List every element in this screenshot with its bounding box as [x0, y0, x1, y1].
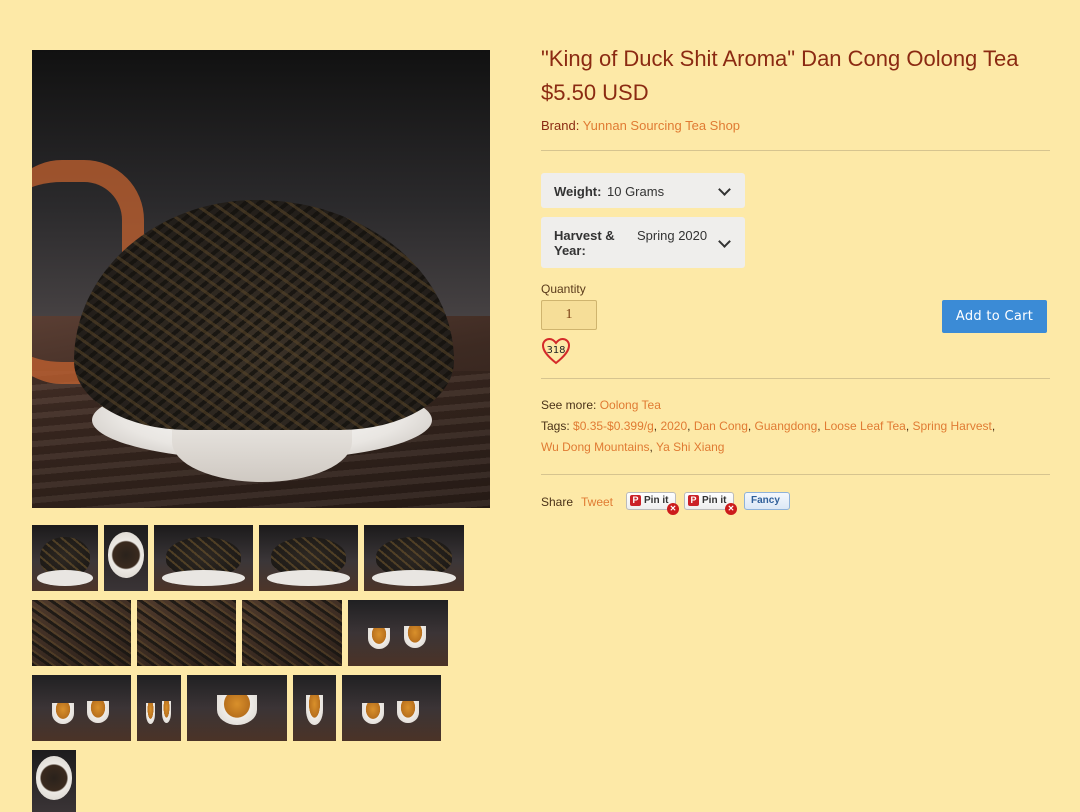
- quantity-label: Quantity: [541, 282, 586, 296]
- gallery-thumbnail[interactable]: [137, 600, 236, 666]
- fancy-button[interactable]: Fancy: [744, 492, 790, 510]
- brand-label: Brand:: [541, 118, 580, 133]
- gallery-thumbnail[interactable]: [259, 525, 358, 591]
- weight-label: Weight:: [554, 184, 602, 199]
- gallery-thumbnail[interactable]: [187, 675, 287, 741]
- gallery-thumbnail[interactable]: [104, 525, 148, 591]
- tweet-link[interactable]: Tweet: [581, 495, 613, 509]
- pin-it-button[interactable]: P Pin it ✕: [626, 492, 679, 515]
- brand-link[interactable]: Yunnan Sourcing Tea Shop: [583, 118, 740, 133]
- harvest-value: Spring 2020: [637, 228, 708, 243]
- gallery-thumbnail[interactable]: [364, 525, 464, 591]
- wishlist-button[interactable]: 318: [541, 337, 571, 365]
- gallery-thumbnail[interactable]: [242, 600, 342, 666]
- gallery-thumbnail[interactable]: [32, 600, 131, 666]
- tag-link[interactable]: Spring Harvest: [912, 419, 991, 433]
- wishlist-count: 318: [546, 345, 566, 356]
- divider: [541, 150, 1050, 151]
- tag-link[interactable]: $0.35-$0.399/g: [573, 419, 654, 433]
- tags-line: Tags: $0.35-$0.399/g, 2020, Dan Cong, Gu…: [541, 419, 996, 454]
- tag-link[interactable]: Loose Leaf Tea: [824, 419, 906, 433]
- harvest-label: Harvest & Year:: [554, 228, 615, 258]
- gallery-thumbnail[interactable]: [348, 600, 448, 666]
- tag-link[interactable]: 2020: [660, 419, 687, 433]
- collection-link-oolong[interactable]: Oolong Tea: [600, 398, 661, 412]
- gallery-thumbnail[interactable]: [342, 675, 441, 741]
- pinterest-icon: P: [630, 495, 641, 506]
- main-product-image[interactable]: [32, 50, 490, 508]
- harvest-year-select[interactable]: Harvest & Year: Spring 2020: [541, 217, 745, 268]
- pin-badge-icon: ✕: [725, 503, 737, 515]
- pin-it-label: Pin it: [702, 495, 727, 506]
- product-price: $5.50 USD: [541, 80, 649, 105]
- chevron-down-icon: [718, 235, 731, 248]
- pin-it-label: Pin it: [644, 495, 669, 506]
- quantity-input[interactable]: 1: [541, 300, 597, 330]
- tag-link[interactable]: Guangdong: [755, 419, 818, 433]
- harvest-label-line1: Harvest &: [554, 228, 615, 243]
- fancy-label: Fancy: [751, 495, 780, 506]
- pin-badge-icon: ✕: [667, 503, 679, 515]
- see-more-line: See more: Oolong Tea: [541, 395, 1011, 416]
- product-title: "King of Duck Shit Aroma" Dan Cong Oolon…: [541, 46, 1019, 71]
- gallery-thumbnail[interactable]: [137, 675, 181, 741]
- share-label: Share: [541, 495, 574, 509]
- gallery-thumbnail[interactable]: [32, 675, 131, 741]
- divider: [541, 474, 1050, 475]
- tag-link[interactable]: Wu Dong Mountains: [541, 440, 650, 454]
- gallery-thumbnail[interactable]: [293, 675, 336, 741]
- tag-link[interactable]: Dan Cong: [694, 419, 748, 433]
- gallery-thumbnail[interactable]: [154, 525, 253, 591]
- harvest-label-line2: Year:: [554, 243, 586, 258]
- gallery-thumbnail[interactable]: [32, 750, 76, 812]
- pin-it-button[interactable]: P Pin it ✕: [684, 492, 737, 515]
- pinterest-icon: P: [688, 495, 699, 506]
- tags-label: Tags:: [541, 419, 570, 433]
- divider: [541, 378, 1050, 379]
- add-to-cart-button[interactable]: Add to Cart: [942, 300, 1047, 333]
- gallery-thumbnail[interactable]: [32, 525, 98, 591]
- see-more-label: See more:: [541, 398, 597, 412]
- weight-value: 10 Grams: [607, 184, 665, 199]
- weight-select[interactable]: Weight: 10 Grams: [541, 173, 745, 208]
- chevron-down-icon: [718, 183, 731, 196]
- tag-link[interactable]: Ya Shi Xiang: [656, 440, 725, 454]
- brand-line: Brand: Yunnan Sourcing Tea Shop: [541, 118, 740, 133]
